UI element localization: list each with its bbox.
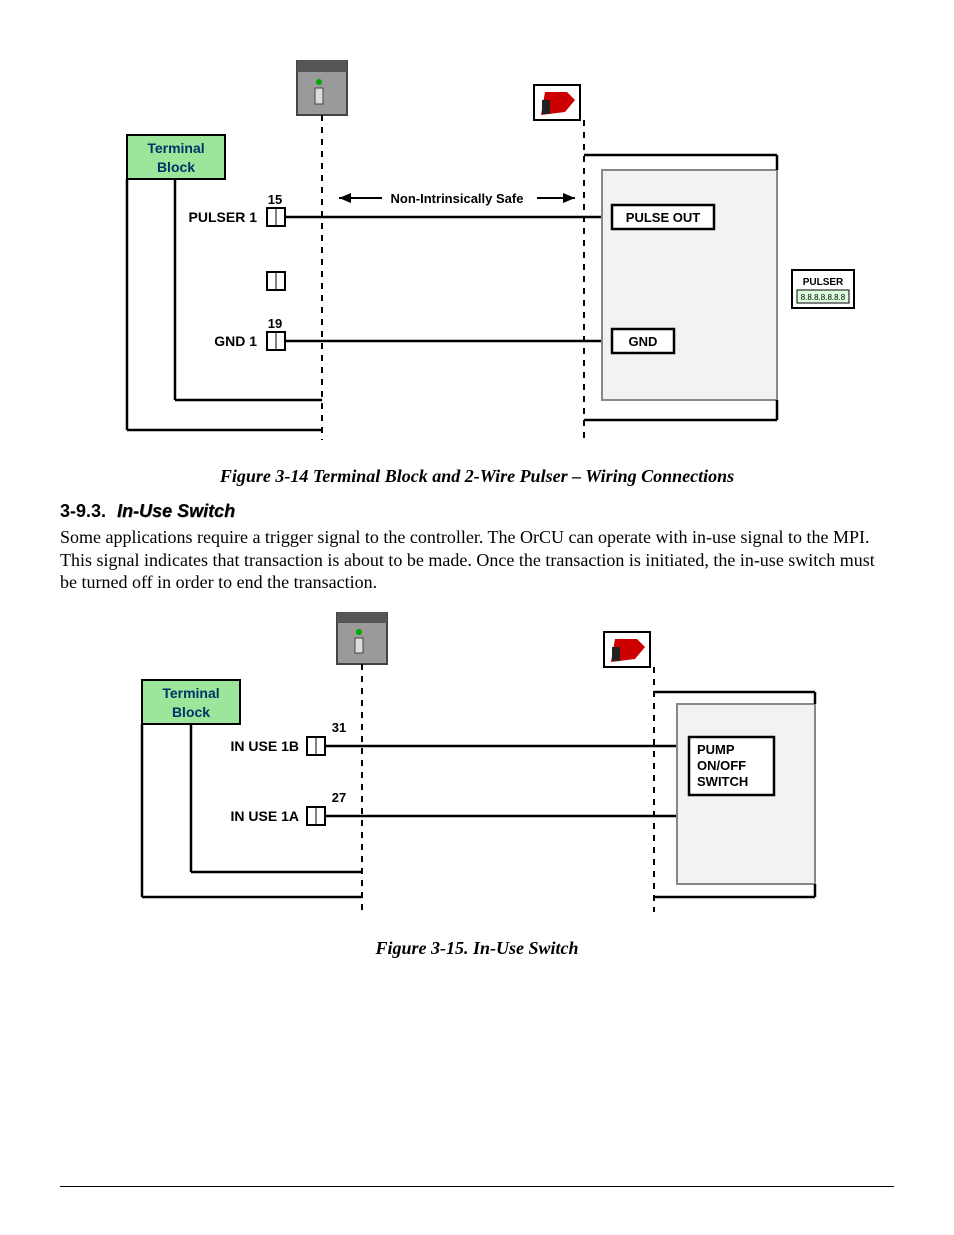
safety-label: Non-Intrinsically Safe (339, 191, 575, 206)
pulser-meter: PULSER 8.8.8.8.8.8.8 (792, 270, 854, 308)
svg-text:8.8.8.8.8.8.8: 8.8.8.8.8.8.8 (801, 293, 846, 302)
svg-text:GND: GND (629, 334, 658, 349)
section-body: Some applications require a trigger sign… (60, 526, 894, 594)
nozzle-icon (534, 85, 580, 120)
figure-caption-3-14: Figure 3-14 Terminal Block and 2-Wire Pu… (60, 466, 894, 487)
svg-text:27: 27 (332, 790, 346, 805)
nozzle-icon (604, 632, 650, 667)
svg-text:SWITCH: SWITCH (697, 774, 748, 789)
section-heading: 3-9.3. In-Use Switch (60, 501, 235, 521)
svg-text:Block: Block (172, 704, 210, 720)
svg-text:Non-Intrinsically Safe: Non-Intrinsically Safe (391, 191, 524, 206)
svg-text:PULSE OUT: PULSE OUT (626, 210, 700, 225)
svg-text:Block: Block (157, 159, 195, 175)
diagram-3-14: Terminal Block 15 PULSER 1 19 GND 1 Non-… (97, 60, 857, 460)
svg-text:IN USE 1A: IN USE 1A (231, 808, 299, 824)
svg-text:PULSER 1: PULSER 1 (189, 209, 258, 225)
figure-caption-3-15: Figure 3-15. In-Use Switch (60, 938, 894, 959)
svg-text:GND 1: GND 1 (214, 333, 257, 349)
svg-text:PUMP: PUMP (697, 742, 735, 757)
page-footer-rule (60, 1186, 894, 1187)
svg-text:Terminal: Terminal (147, 140, 204, 156)
terminal-block-label: Terminal Block (127, 135, 225, 179)
svg-text:ON/OFF: ON/OFF (697, 758, 746, 773)
figure-3-14: Terminal Block 15 PULSER 1 19 GND 1 Non-… (60, 60, 894, 487)
figure-3-15: Terminal Block 31 IN USE 1B 27 IN USE 1A… (60, 612, 894, 959)
svg-text:PULSER: PULSER (803, 277, 844, 288)
terminal-block-label: Terminal Block (142, 680, 240, 724)
diagram-3-15: Terminal Block 31 IN USE 1B 27 IN USE 1A… (117, 612, 837, 932)
svg-text:15: 15 (268, 192, 282, 207)
svg-text:19: 19 (268, 316, 282, 331)
svg-text:IN USE 1B: IN USE 1B (231, 738, 299, 754)
svg-text:31: 31 (332, 720, 346, 735)
svg-text:Terminal: Terminal (162, 685, 219, 701)
